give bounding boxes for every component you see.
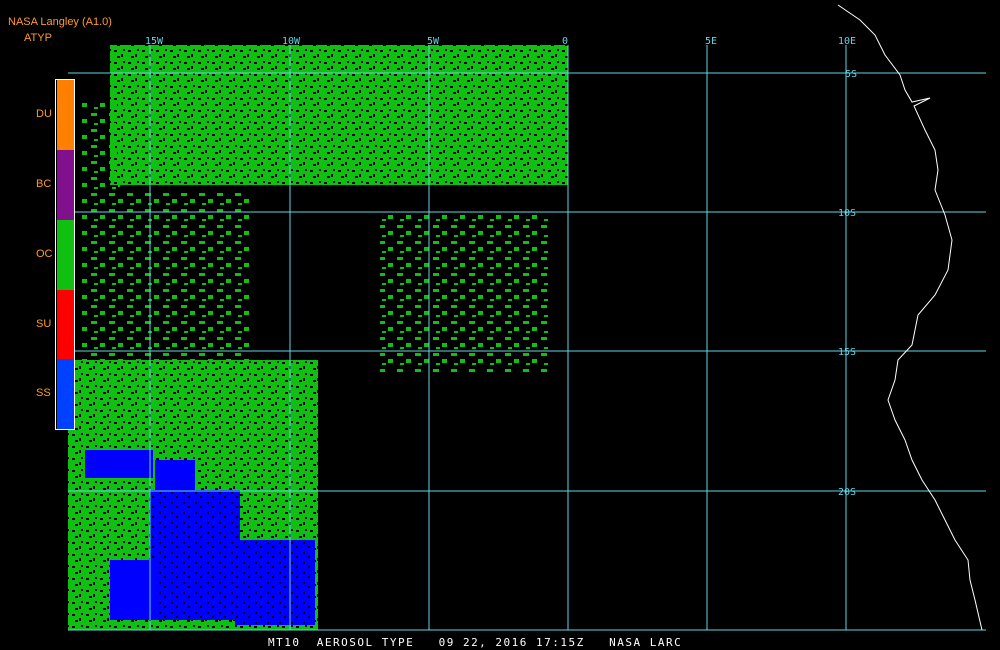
legend-swatch-oc xyxy=(57,220,74,290)
lon-label-5w: 5W xyxy=(427,36,440,47)
legend-swatch-du xyxy=(57,80,74,150)
organic-carbon-field xyxy=(68,45,568,630)
legend-swatch-bc xyxy=(57,150,74,220)
lon-label-10e: 10E xyxy=(838,36,856,47)
legend-swatch-su xyxy=(57,290,74,360)
oc-northern-band xyxy=(110,45,568,185)
ss-block-main xyxy=(150,490,240,620)
coastline xyxy=(837,4,983,631)
lat-label-5s: 5S xyxy=(845,69,857,80)
lat-label-20s: 20S xyxy=(838,487,856,498)
oc-western-patches xyxy=(80,190,250,360)
legend-label-ss: SS xyxy=(36,387,51,399)
map-caption: MT10 AEROSOL TYPE 09 22, 2016 17:15Z NAS… xyxy=(268,636,683,649)
ss-strip-top xyxy=(85,450,153,478)
ss-block-right xyxy=(235,540,315,625)
aerosol-type-legend xyxy=(55,79,75,430)
legend-swatch-ss xyxy=(57,359,74,429)
product-label: ATYP xyxy=(24,32,52,44)
ss-block-left xyxy=(110,560,155,620)
lon-label-10w: 10W xyxy=(282,36,301,47)
legend-label-du: DU xyxy=(36,108,52,120)
lon-label-15w: 15W xyxy=(145,36,164,47)
legend-label-bc: BC xyxy=(36,178,52,190)
lat-label-10s: 10S xyxy=(838,208,856,219)
organization-label: NASA Langley (A1.0) xyxy=(8,16,112,28)
aerosol-type-map: 15W 10W 5W 0 5E 10E 5S 10S 15S 20S xyxy=(68,4,986,631)
legend-label-oc: OC xyxy=(36,248,53,260)
lat-label-15s: 15S xyxy=(838,347,856,358)
legend-label-su: SU xyxy=(36,318,52,330)
ss-strip-right xyxy=(155,460,195,490)
latitude-labels: 5S 10S 15S 20S xyxy=(838,69,857,498)
lon-label-5e: 5E xyxy=(705,36,717,47)
lon-label-0: 0 xyxy=(562,36,568,47)
